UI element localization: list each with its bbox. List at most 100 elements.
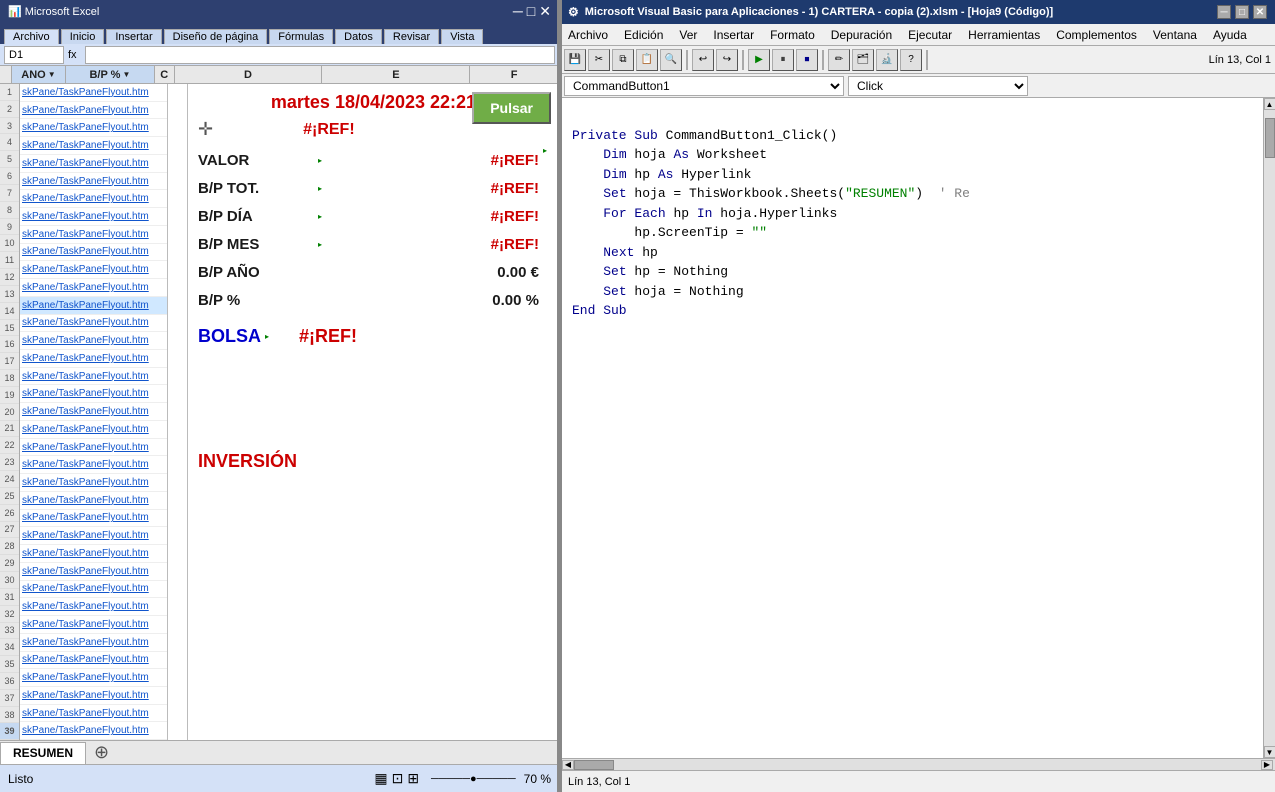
list-item[interactable]: skPane/TaskPaneFlyout.htm [20,119,167,137]
tool-stop[interactable]: ⏹ [796,49,818,71]
list-item[interactable]: skPane/TaskPaneFlyout.htm [20,332,167,350]
tab-inicio[interactable]: Inicio [61,29,105,44]
hscroll-left-btn[interactable]: ◀ [562,760,574,770]
list-item[interactable]: skPane/TaskPaneFlyout.htm [20,510,167,528]
page-break-icon[interactable]: ⊞ [407,770,419,787]
scroll-up-btn[interactable]: ▲ [1264,98,1275,110]
list-item[interactable]: skPane/TaskPaneFlyout.htm [20,403,167,421]
list-item[interactable]: skPane/TaskPaneFlyout.htm [20,279,167,297]
list-item[interactable]: skPane/TaskPaneFlyout.htm [20,102,167,120]
tool-save[interactable]: 💾 [564,49,586,71]
menu-insertar[interactable]: Insertar [709,26,758,44]
list-item[interactable]: skPane/TaskPaneFlyout.htm [20,350,167,368]
list-item[interactable]: skPane/TaskPaneFlyout.htm [20,190,167,208]
vba-restore-btn[interactable]: □ [1235,5,1249,19]
menu-ver[interactable]: Ver [675,26,701,44]
col-a-dropdown[interactable]: ▼ [48,70,56,79]
col-header-d[interactable]: D [175,66,323,83]
col-header-e[interactable]: E [322,66,470,83]
col-header-c[interactable]: C [155,66,175,83]
tab-insertar[interactable]: Insertar [106,29,161,44]
list-item[interactable]: skPane/TaskPaneFlyout.htm [20,492,167,510]
normal-view-icon[interactable]: ▦ [374,770,387,787]
sheet-tab-resumen[interactable]: RESUMEN [0,742,86,764]
tool-find[interactable]: 🔍 [660,49,682,71]
list-item[interactable]: skPane/TaskPaneFlyout.htm [20,155,167,173]
list-item[interactable]: skPane/TaskPaneFlyout.htm [20,421,167,439]
list-item[interactable]: skPane/TaskPaneFlyout.htm [20,261,167,279]
tab-vista[interactable]: Vista [441,29,483,44]
col-header-f[interactable]: F [470,66,559,83]
list-item[interactable]: skPane/TaskPaneFlyout.htm [20,173,167,191]
list-item[interactable]: skPane/TaskPaneFlyout.htm [20,581,167,599]
close-btn[interactable]: ✕ [539,3,551,20]
list-item[interactable]: skPane/TaskPaneFlyout.htm [20,439,167,457]
scroll-thumb[interactable] [1265,118,1275,158]
object-combo[interactable]: CommandButton1 [564,76,844,96]
tab-datos[interactable]: Datos [335,29,382,44]
tool-run[interactable]: ▶ [748,49,770,71]
restore-btn[interactable]: □ [527,3,535,20]
list-item[interactable]: skPane/TaskPaneFlyout.htm [20,669,167,687]
list-item[interactable]: skPane/TaskPaneFlyout.htm [20,705,167,723]
menu-edicion[interactable]: Edición [620,26,667,44]
page-layout-icon[interactable]: ⊡ [392,770,404,787]
menu-formato[interactable]: Formato [766,26,819,44]
name-box[interactable] [4,46,64,64]
tab-disenio[interactable]: Diseño de página [164,29,268,44]
formula-input[interactable] [85,46,555,64]
list-item[interactable]: skPane/TaskPaneFlyout.htm [20,297,167,315]
list-item[interactable]: skPane/TaskPaneFlyout.htm [20,315,167,333]
tool-userform[interactable]: 🗂 [852,49,874,71]
list-item[interactable]: skPane/TaskPaneFlyout.htm [20,722,167,740]
menu-herramientas[interactable]: Herramientas [964,26,1044,44]
list-item[interactable]: skPane/TaskPaneFlyout.htm [20,545,167,563]
tool-redo[interactable]: ↪ [716,49,738,71]
list-item[interactable]: skPane/TaskPaneFlyout.htm [20,385,167,403]
tool-copy[interactable]: ⧉ [612,49,634,71]
menu-archivo[interactable]: Archivo [564,26,612,44]
vba-vertical-scrollbar[interactable]: ▲ ▼ [1263,98,1275,758]
list-item[interactable]: skPane/TaskPaneFlyout.htm [20,226,167,244]
tool-cut[interactable]: ✂ [588,49,610,71]
scroll-down-btn[interactable]: ▼ [1264,746,1275,758]
tool-objectbrowser[interactable]: 🔬 [876,49,898,71]
list-item[interactable]: skPane/TaskPaneFlyout.htm [20,137,167,155]
tab-archivo[interactable]: Archivo [4,29,59,44]
list-item[interactable]: skPane/TaskPaneFlyout.htm [20,652,167,670]
vba-horizontal-scrollbar[interactable]: ◀ ▶ [560,758,1275,770]
procedure-combo[interactable]: Click [848,76,1028,96]
list-item[interactable]: skPane/TaskPaneFlyout.htm [20,208,167,226]
list-item[interactable]: skPane/TaskPaneFlyout.htm [20,474,167,492]
hscroll-right-btn[interactable]: ▶ [1261,760,1273,770]
tool-undo[interactable]: ↩ [692,49,714,71]
list-item[interactable]: skPane/TaskPaneFlyout.htm [20,527,167,545]
list-item[interactable]: skPane/TaskPaneFlyout.htm [20,616,167,634]
col-header-a[interactable]: ANO ▼ [12,66,66,83]
col-header-b[interactable]: B/P % ▼ [66,66,155,83]
window-splitter[interactable] [557,0,562,792]
tool-break[interactable]: ⏸ [772,49,794,71]
tool-paste[interactable]: 📋 [636,49,658,71]
pulsar-button[interactable]: Pulsar [472,92,551,124]
tool-design[interactable]: ✏ [828,49,850,71]
list-item[interactable]: skPane/TaskPaneFlyout.htm [20,563,167,581]
list-item[interactable]: skPane/TaskPaneFlyout.htm [20,368,167,386]
add-sheet-btn[interactable]: ⊕ [86,742,117,763]
tab-formulas[interactable]: Fórmulas [269,29,333,44]
list-item[interactable]: skPane/TaskPaneFlyout.htm [20,456,167,474]
menu-ayuda[interactable]: Ayuda [1209,26,1251,44]
hscroll-thumb[interactable] [574,760,614,770]
menu-ventana[interactable]: Ventana [1149,26,1201,44]
menu-ejecutar[interactable]: Ejecutar [904,26,956,44]
minimize-btn[interactable]: ─ [513,3,523,20]
list-item[interactable]: skPane/TaskPaneFlyout.htm [20,598,167,616]
vba-close-btn[interactable]: ✕ [1253,5,1267,19]
list-item[interactable]: skPane/TaskPaneFlyout.htm [20,244,167,262]
list-item[interactable]: skPane/TaskPaneFlyout.htm [20,687,167,705]
list-item[interactable]: skPane/TaskPaneFlyout.htm [20,84,167,102]
tool-help[interactable]: ? [900,49,922,71]
menu-depuracion[interactable]: Depuración [827,26,896,44]
col-b-dropdown[interactable]: ▼ [122,70,130,79]
vba-code-editor[interactable]: Private Sub CommandButton1_Click() Dim h… [560,98,1263,758]
